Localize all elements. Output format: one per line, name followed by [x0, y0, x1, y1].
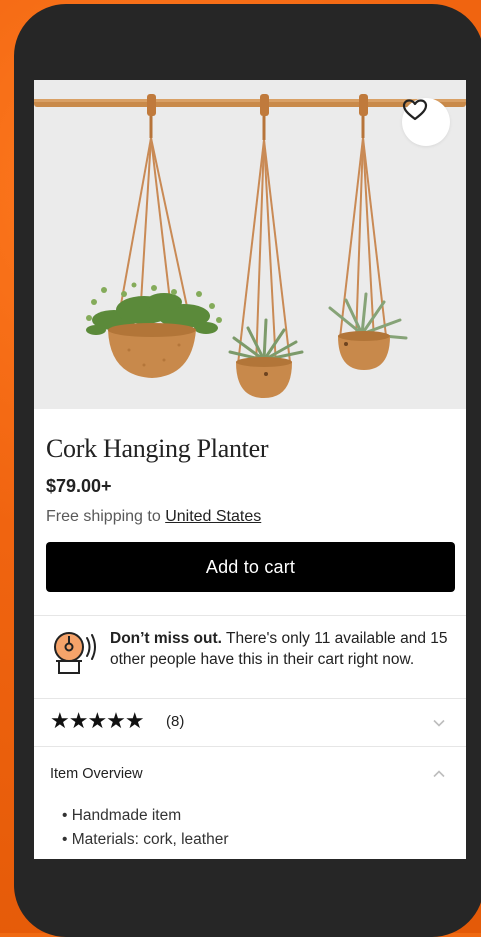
- chevron-down-icon[interactable]: [432, 716, 446, 730]
- divider: [34, 698, 466, 699]
- heart-outline-icon: [402, 99, 428, 121]
- alarm-bell-icon: [54, 632, 96, 674]
- scarcity-headline: Don’t miss out.: [110, 630, 222, 647]
- chevron-up-icon[interactable]: [432, 767, 446, 781]
- shipping-country-link[interactable]: United States: [165, 508, 261, 525]
- divider: [34, 746, 466, 747]
- product-price: $79.00+: [46, 476, 112, 496]
- planters-illustration: [34, 94, 466, 398]
- add-to-cart-button[interactable]: Add to cart: [46, 542, 455, 592]
- divider: [34, 615, 466, 616]
- product-image[interactable]: [34, 80, 466, 409]
- overview-list: • Handmade item • Materials: cork, leath…: [62, 804, 229, 852]
- item-overview-header[interactable]: Item Overview: [50, 766, 143, 782]
- shipping-prefix: Free shipping to: [46, 508, 166, 525]
- shipping-info: Free shipping to United States: [46, 508, 261, 526]
- list-item: • Materials: cork, leather: [62, 831, 229, 848]
- scarcity-text: Don’t miss out. There's only 11 availabl…: [110, 628, 450, 670]
- star-rating: ★★★★★: [50, 708, 145, 733]
- reviews-row[interactable]: ★★★★★ (8): [50, 708, 450, 738]
- review-count: (8): [166, 713, 185, 730]
- favorite-button[interactable]: [402, 98, 450, 146]
- product-title: Cork Hanging Planter: [46, 434, 269, 463]
- list-item: • Handmade item: [62, 807, 182, 824]
- product-screen: Cork Hanging Planter $79.00+ Free shippi…: [34, 80, 466, 859]
